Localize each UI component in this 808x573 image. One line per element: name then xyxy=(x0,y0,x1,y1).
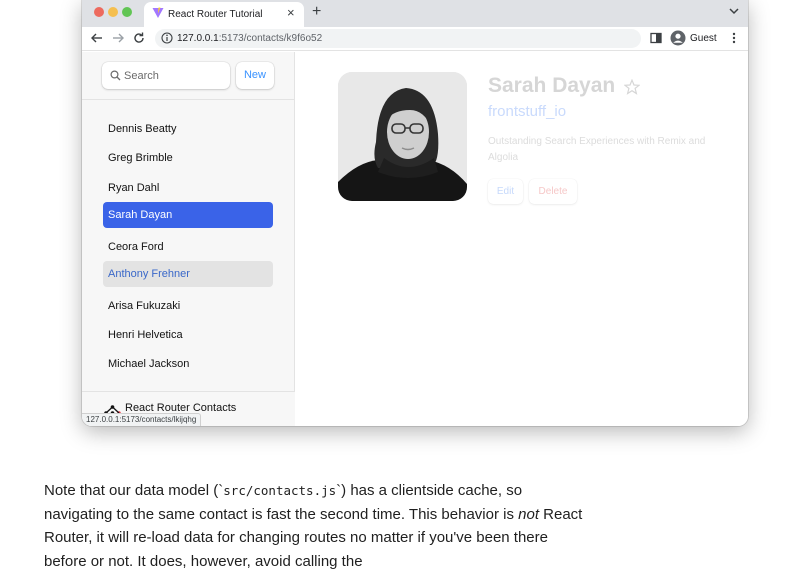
search-input[interactable]: Search xyxy=(102,62,230,89)
url-host: 127.0.0.1 xyxy=(177,33,219,44)
back-arrow-icon[interactable] xyxy=(90,31,104,45)
article-paragraph: Note that our data model (`src/contacts.… xyxy=(44,479,584,573)
contact-link-pending[interactable]: Anthony Frehner xyxy=(103,261,273,287)
close-window-button[interactable] xyxy=(94,7,104,17)
browser-tab[interactable]: React Router Tutorial × xyxy=(144,2,304,27)
profile-label: Guest xyxy=(690,33,717,44)
contact-link[interactable]: Greg Brimble xyxy=(103,145,273,171)
inline-code: src/contacts.js xyxy=(223,483,337,498)
link-status-bar: 127.0.0.1:5173/contacts/lkijqhg xyxy=(82,413,202,426)
edit-button[interactable]: Edit xyxy=(488,179,523,204)
contact-link[interactable]: Ryan Dahl xyxy=(103,175,273,201)
portrait-image xyxy=(338,72,467,201)
tab-title: React Router Tutorial xyxy=(168,9,263,20)
reload-icon[interactable] xyxy=(132,31,146,45)
search-placeholder: Search xyxy=(124,70,159,82)
contact-detail: Sarah Dayan frontstuff_io Outstanding Se… xyxy=(296,52,748,426)
article-text-1: Note that our data model (` xyxy=(44,482,224,499)
contact-link-active[interactable]: Sarah Dayan xyxy=(103,202,273,228)
contact-name: Sarah Dayan xyxy=(488,74,616,97)
contact-link[interactable]: Henri Helvetica xyxy=(103,322,273,348)
address-bar[interactable]: 127.0.0.1:5173/contacts/k9f6o52 xyxy=(155,29,641,48)
zoom-window-button[interactable] xyxy=(122,7,132,17)
forward-arrow-icon[interactable] xyxy=(111,31,125,45)
favorite-star-icon[interactable] xyxy=(624,79,640,95)
chevron-down-icon[interactable] xyxy=(728,5,740,17)
contact-link[interactable]: Arisa Fukuzaki xyxy=(103,293,273,319)
contact-avatar xyxy=(338,72,467,201)
browser-window: React Router Tutorial × + 127.0.0.1:5173… xyxy=(82,0,748,426)
delete-button[interactable]: Delete xyxy=(529,179,577,204)
new-contact-button[interactable]: New xyxy=(236,62,274,89)
contact-list: Dennis Beatty Greg Brimble Ryan Dahl Sar… xyxy=(103,113,273,389)
site-info-icon[interactable] xyxy=(161,32,173,44)
tab-bar: React Router Tutorial × + xyxy=(82,0,748,27)
contact-link[interactable]: Jon Jensen xyxy=(103,381,273,389)
search-icon xyxy=(110,70,121,81)
url-text: 127.0.0.1:5173/contacts/k9f6o52 xyxy=(177,33,322,44)
side-panel-icon[interactable] xyxy=(650,32,662,44)
sidebar: Search New Dennis Beatty Greg Brimble Ry… xyxy=(82,52,295,426)
browser-toolbar: 127.0.0.1:5173/contacts/k9f6o52 Guest xyxy=(82,27,748,51)
contact-link[interactable]: Michael Jackson xyxy=(103,351,273,377)
vite-favicon-icon xyxy=(152,7,164,18)
kebab-menu-icon[interactable] xyxy=(730,31,738,45)
app-viewport: Search New Dennis Beatty Greg Brimble Ry… xyxy=(82,52,748,426)
contact-link[interactable]: Dennis Beatty xyxy=(103,116,273,142)
twitter-handle-link[interactable]: frontstuff_io xyxy=(488,103,566,120)
contact-notes: Outstanding Search Experiences with Remi… xyxy=(488,136,706,163)
minimize-window-button[interactable] xyxy=(108,7,118,17)
guest-avatar-icon xyxy=(670,30,686,46)
tab-close-icon[interactable]: × xyxy=(287,5,295,21)
search-row: Search New xyxy=(82,52,295,100)
article-emphasis: not xyxy=(518,505,539,523)
contact-link[interactable]: Ceora Ford xyxy=(103,234,273,260)
url-path: :5173/contacts/k9f6o52 xyxy=(218,33,323,44)
new-tab-button[interactable]: + xyxy=(312,3,321,21)
